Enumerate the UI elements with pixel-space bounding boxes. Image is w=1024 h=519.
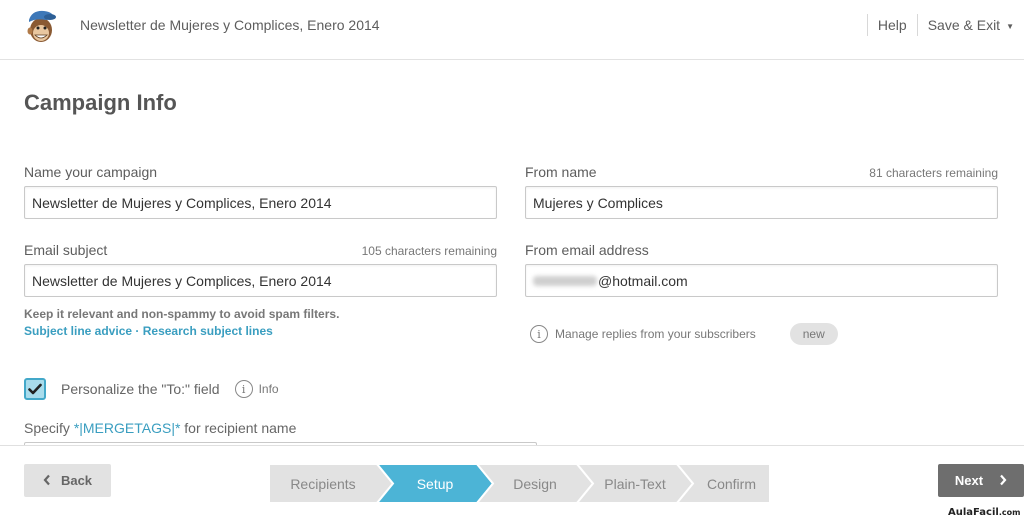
campaign-name-input[interactable] [24,186,497,219]
info-icon: i [530,325,548,343]
from-email-input[interactable]: @hotmail.com [525,264,998,297]
save-exit-label: Save & Exit [927,17,1001,33]
back-button[interactable]: Back [24,464,111,497]
campaign-steps: Recipients Setup Design Plain-Text Confirm [269,464,770,503]
page-title: Campaign Info [24,90,177,115]
save-exit-button[interactable]: Save & Exit ▼ [928,17,1014,33]
subject-hint: Keep it relevant and non-spammy to avoid… [24,306,339,340]
step-plain-text[interactable]: Plain-Text [585,464,685,503]
campaign-name-field: Name your campaign [24,162,497,219]
step-design[interactable]: Design [485,464,585,503]
manage-replies-label: Manage replies from your subscribers [555,327,756,341]
from-email-value: @hotmail.com [598,272,688,289]
campaign-name-label: Name your campaign [24,164,158,180]
divider [916,14,918,36]
back-label: Back [60,473,93,488]
new-badge: new [789,323,838,345]
step-recipients[interactable]: Recipients [269,464,377,503]
footer-bar: Back Recipients Setup Design Plain-Text Conf… [0,445,1024,519]
from-name-field: From name 81 characters remaining [525,162,998,219]
next-label: Next [954,473,984,488]
specify-suffix: for recipient name [180,420,297,436]
watermark-text: AulaFacil [948,507,999,518]
info-icon[interactable]: i [234,380,253,398]
checkmark-icon [28,383,42,395]
merge-tags-link[interactable]: *|MERGETAGS|* [74,420,181,436]
info-link[interactable]: Info [259,382,279,396]
divider [866,14,868,36]
from-email-field: From email address @hotmail.com [525,240,998,297]
redacted-text [533,275,597,286]
from-name-label: From name [525,164,597,180]
campaign-title: Newsletter de Mujeres y Complices, Enero… [80,17,380,33]
email-subject-input[interactable] [24,264,497,297]
subject-hint-text: Keep it relevant and non-spammy to avoid… [24,307,340,321]
watermark: AulaFacil.com [948,507,1020,518]
from-name-input[interactable] [525,186,998,219]
from-email-label: From email address [525,242,649,258]
link-separator: · [135,324,140,338]
specify-merge-tags: Specify *|MERGETAGS|* for recipient name [24,420,296,436]
caret-down-icon: ▼ [1006,22,1014,31]
step-confirm[interactable]: Confirm [685,464,778,503]
personalize-to-field: Personalize the "To:" field i Info [24,378,279,400]
chevron-left-icon [43,473,51,489]
watermark-suffix: .com [998,508,1021,517]
subject-line-advice-link[interactable]: Subject line advice [24,324,132,338]
email-subject-field: Email subject 105 characters remaining [24,240,497,297]
step-setup[interactable]: Setup [385,464,485,503]
research-subject-lines-link[interactable]: Research subject lines [143,324,273,338]
header-actions: Help Save & Exit ▼ [857,14,1014,36]
help-link[interactable]: Help [878,17,907,33]
personalize-label: Personalize the "To:" field [61,381,220,397]
mailchimp-logo-icon[interactable] [24,8,58,44]
manage-replies[interactable]: i Manage replies from your subscribers n… [530,323,838,345]
specify-prefix: Specify [24,420,74,436]
from-name-char-count: 81 characters remaining [869,166,998,180]
email-subject-char-count: 105 characters remaining [361,244,497,258]
personalize-checkbox[interactable] [24,378,46,400]
next-button[interactable]: Next [938,464,1024,497]
top-header: Newsletter de Mujeres y Complices, Enero… [0,0,1024,60]
chevron-right-icon [999,473,1007,489]
email-subject-label: Email subject [24,242,108,258]
